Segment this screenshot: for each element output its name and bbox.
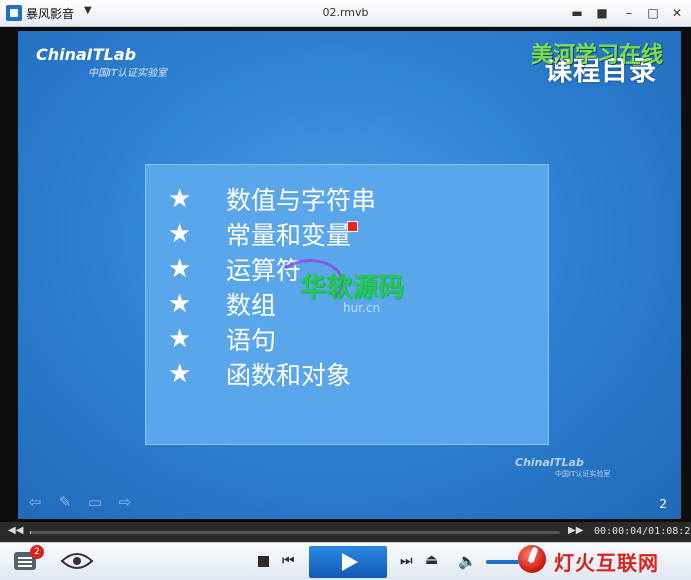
arrow-right-icon[interactable]: ⇨ [116, 493, 134, 511]
file-title: 02.rmvb [322, 6, 369, 19]
watermark-url: hur.cn [343, 301, 381, 315]
presentation-slide: ChinaITLab 中国IT认证实验室 课程目录 美河学习在线 ★ 数值与字符… [18, 31, 681, 519]
list-item-label: 语句 [226, 325, 277, 355]
app-name[interactable]: 暴风影音 [26, 5, 74, 22]
list-item-label: 常量和变量 [226, 220, 352, 250]
star-icon: ★ [168, 358, 192, 389]
arrow-left-icon[interactable]: ⇦ [26, 493, 44, 511]
chat-icon[interactable]: ▬ [567, 4, 587, 22]
list-item-label: 数值与字符串 [226, 185, 377, 215]
progress-track[interactable] [30, 531, 560, 534]
time-display: 00:00:04/01:08:20 [594, 526, 691, 537]
playlist-badge: 2 [30, 545, 44, 559]
stop-button[interactable] [258, 556, 269, 567]
star-icon: ★ [168, 183, 192, 214]
list-item-label: 数组 [226, 290, 277, 320]
next-button[interactable]: ⏭ [400, 553, 413, 569]
seek-bar: ◀◀ ▶▶ 00:00:04/01:08:20 [0, 522, 691, 542]
star-icon: ★ [168, 323, 192, 354]
list-item: ★ 语句 [168, 321, 376, 356]
screen-icon[interactable]: ▭ [86, 493, 104, 511]
overlay-caption: 美河学习在线 [530, 42, 663, 68]
close-button[interactable]: ✕ [667, 4, 687, 22]
brand-logo-icon [518, 545, 546, 573]
slide-footer-logo-subtitle: 中国IT认证实验室 [555, 470, 611, 478]
eject-button[interactable]: ⏏ [425, 552, 438, 568]
brand-text: 灯火互联网 [554, 551, 659, 575]
rewind-icon[interactable]: ◀◀ [8, 525, 23, 536]
slide-footer-logo: ChinaITLab [515, 456, 584, 469]
list-item: ★ 常量和变量 [168, 216, 376, 251]
slide-page-number: 2 [659, 497, 667, 511]
app-menu-chevron-icon[interactable]: ▼ [84, 5, 92, 16]
watermark-text: 华软源码 [300, 273, 405, 303]
pointer-marker [347, 221, 358, 232]
app-logo-icon[interactable] [6, 5, 22, 21]
video-area[interactable]: ChinaITLab 中国IT认证实验室 课程目录 美河学习在线 ★ 数值与字符… [0, 27, 691, 522]
maximize-button[interactable]: □ [643, 4, 663, 22]
list-item-label: 函数和对象 [226, 360, 352, 390]
star-icon: ★ [168, 253, 192, 284]
star-icon: ★ [168, 218, 192, 249]
slide-logo: ChinaITLab [36, 45, 137, 64]
volume-icon[interactable]: 🔈 [458, 552, 477, 570]
play-button[interactable] [309, 546, 387, 578]
minimize-button[interactable]: – [619, 4, 639, 22]
list-item: ★ 函数和对象 [168, 356, 376, 391]
eye-icon[interactable] [60, 551, 94, 571]
star-icon: ★ [168, 288, 192, 319]
fast-forward-icon[interactable]: ▶▶ [568, 525, 583, 536]
brand-watermark: 灯火互联网 [514, 541, 691, 579]
previous-button[interactable]: ⏮ [282, 553, 295, 569]
progress-fill [30, 531, 31, 534]
slide-navigation: ⇦ ✎ ▭ ⇨ [26, 493, 134, 511]
skin-icon[interactable]: ■ [592, 4, 612, 22]
slide-logo-subtitle: 中国IT认证实验室 [88, 68, 168, 79]
title-bar: 暴风影音 ▼ 02.rmvb ▬ ■ – □ ✕ [0, 0, 691, 27]
list-item: ★ 数值与字符串 [168, 181, 376, 216]
pen-icon[interactable]: ✎ [56, 493, 74, 511]
